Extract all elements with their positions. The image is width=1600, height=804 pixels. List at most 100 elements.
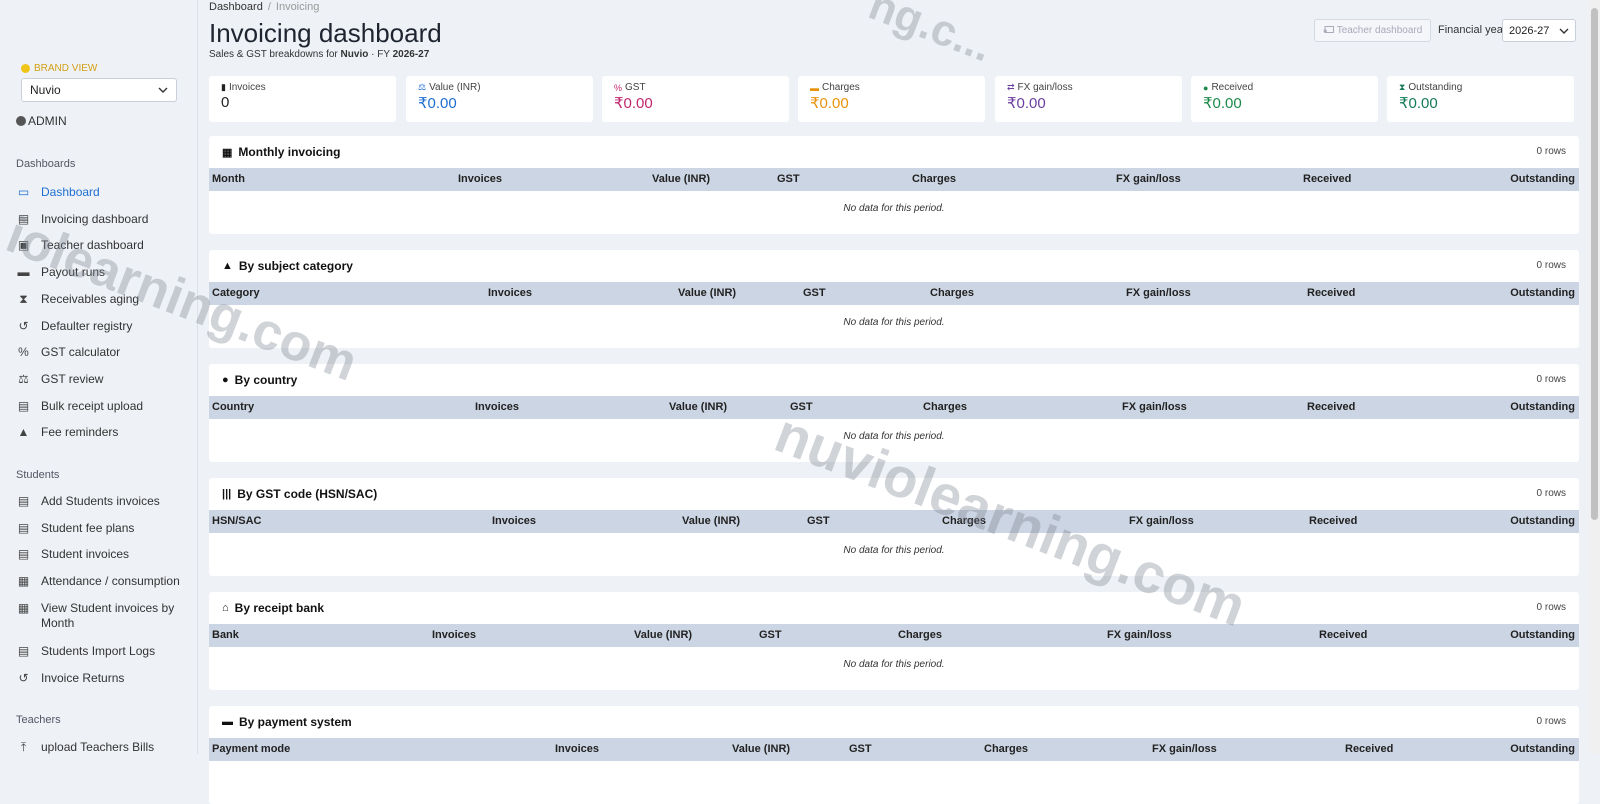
sidebar-item[interactable]: ▬ Payout runs — [16, 265, 192, 280]
column-header[interactable]: GST — [849, 743, 872, 755]
column-header[interactable]: HSN/SAC — [212, 515, 262, 527]
column-header[interactable]: Outstanding — [1510, 629, 1575, 641]
column-header[interactable]: Country — [212, 401, 254, 413]
column-header[interactable]: Invoices — [432, 629, 476, 641]
column-header[interactable]: FX gain/loss — [1116, 173, 1181, 185]
financial-year-label: Financial year — [1438, 24, 1507, 36]
column-header[interactable]: Invoices — [488, 287, 532, 299]
stat-card: ⚖ Value (INR) ₹0.00 — [406, 76, 593, 122]
column-header[interactable]: Received — [1307, 287, 1355, 299]
sidebar-item[interactable]: ▤ Student invoices — [16, 547, 192, 562]
column-header[interactable]: GST — [777, 173, 800, 185]
column-header[interactable]: Invoices — [475, 401, 519, 413]
calendar-check-icon: ▦ — [17, 574, 30, 589]
column-header[interactable]: Value (INR) — [682, 515, 740, 527]
financial-year-select[interactable]: 2026-27 — [1502, 19, 1576, 42]
sidebar-item[interactable]: ▭ Dashboard — [16, 185, 192, 200]
column-header[interactable]: Value (INR) — [634, 629, 692, 641]
sidebar-item[interactable]: ▦ View Student invoices by Month — [16, 601, 192, 631]
column-header[interactable]: Outstanding — [1510, 287, 1575, 299]
stat-value: ₹0.00 — [418, 95, 457, 112]
column-header[interactable]: Charges — [930, 287, 974, 299]
column-header[interactable]: Received — [1309, 515, 1357, 527]
column-header[interactable]: Outstanding — [1510, 173, 1575, 185]
sidebar-item[interactable]: ⚖ GST review — [16, 372, 192, 387]
column-header[interactable]: Month — [212, 173, 245, 185]
brand-view-label: BRAND VIEW — [21, 63, 97, 74]
column-header[interactable]: Value (INR) — [669, 401, 727, 413]
column-header[interactable]: Charges — [912, 173, 956, 185]
main-content: Dashboard / Invoicing Invoicing dashboard … — [209, 0, 1579, 804]
sidebar-item[interactable]: ▲ Fee reminders — [16, 425, 192, 440]
column-header[interactable]: FX gain/loss — [1122, 401, 1187, 413]
column-header[interactable]: Received — [1345, 743, 1393, 755]
subtitle-fy-prefix: · FY — [371, 49, 390, 60]
breakdown-card: ● By country 0 rows Country Invoices Value (I… — [209, 364, 1579, 462]
column-header[interactable]: GST — [759, 629, 782, 641]
column-header[interactable]: Outstanding — [1510, 743, 1575, 755]
percent-icon: % — [614, 82, 623, 93]
sidebar-item[interactable]: ▣ Teacher dashboard — [16, 238, 192, 253]
brand-select[interactable]: Nuvio — [21, 78, 177, 102]
column-header[interactable]: Payment mode — [212, 743, 290, 755]
column-header[interactable]: Charges — [942, 515, 986, 527]
sidebar-item[interactable]: ⤒ upload Teachers Bills — [16, 740, 192, 755]
globe-icon: ● — [222, 374, 229, 386]
sidebar-item[interactable]: ↺ Invoice Returns — [16, 671, 192, 686]
column-header[interactable]: Received — [1303, 173, 1351, 185]
column-header[interactable]: Received — [1319, 629, 1367, 641]
column-header[interactable]: Value (INR) — [732, 743, 790, 755]
card-title: ⌂ By receipt bank — [222, 601, 324, 615]
sidebar-item[interactable]: ⧗ Receivables aging — [16, 292, 192, 307]
sidebar-item[interactable]: ▤ Bulk receipt upload — [16, 399, 192, 414]
history-icon: ↺ — [18, 318, 29, 333]
sidebar-item[interactable]: % GST calculator — [16, 345, 192, 360]
sidebar-item[interactable]: ▤ Invoicing dashboard — [16, 212, 192, 227]
breadcrumb-root[interactable]: Dashboard — [209, 1, 263, 13]
barcode-icon: ||| — [222, 488, 232, 500]
sidebar-item[interactable]: ▦ Attendance / consumption — [16, 574, 192, 589]
card-header: ▬ By payment system 0 rows — [209, 706, 1579, 738]
chalkboard-user-icon — [1323, 26, 1334, 33]
sidebar-item-label: Receivables aging — [41, 291, 140, 306]
stat-label: ⇄ FX gain/loss — [1007, 82, 1170, 93]
sidebar-item[interactable]: ▤ Add Students invoices — [16, 494, 192, 509]
column-header[interactable]: Value (INR) — [678, 287, 736, 299]
column-header[interactable]: FX gain/loss — [1152, 743, 1217, 755]
row-count: 0 rows — [1536, 488, 1566, 499]
teacher-dashboard-button[interactable]: Teacher dashboard — [1314, 19, 1431, 42]
sidebar-item[interactable]: ↺ Defaulter registry — [16, 319, 192, 334]
card-title: ▲ By subject category — [222, 259, 353, 273]
column-header[interactable]: GST — [807, 515, 830, 527]
column-header[interactable]: Outstanding — [1510, 401, 1575, 413]
card-header: ||| By GST code (HSN/SAC) 0 rows — [209, 478, 1579, 510]
column-header[interactable]: Invoices — [555, 743, 599, 755]
scrollbar[interactable] — [1589, 0, 1600, 754]
page-title: Invoicing dashboard — [209, 18, 442, 48]
column-header[interactable]: Charges — [923, 401, 967, 413]
stat-label: ⧗ Outstanding — [1399, 82, 1562, 93]
table-header: Bank Invoices Value (INR) GST Charges FX gain… — [209, 624, 1579, 647]
sidebar-item[interactable]: ▤ Students Import Logs — [16, 644, 192, 659]
column-header[interactable]: Bank — [212, 629, 239, 641]
sidebar-item[interactable]: ▤ Student fee plans — [16, 521, 192, 536]
column-header[interactable]: GST — [803, 287, 826, 299]
column-header[interactable]: GST — [790, 401, 813, 413]
column-header[interactable]: FX gain/loss — [1129, 515, 1194, 527]
scrollbar-thumb[interactable] — [1591, 8, 1598, 520]
stat-label: ⚖ Value (INR) — [418, 82, 581, 93]
column-header[interactable]: Received — [1307, 401, 1355, 413]
column-header[interactable]: Invoices — [492, 515, 536, 527]
stat-value: ₹0.00 — [1007, 95, 1046, 112]
column-header[interactable]: Charges — [984, 743, 1028, 755]
column-header[interactable]: Charges — [898, 629, 942, 641]
column-header[interactable]: Category — [212, 287, 260, 299]
brand-dot-icon — [21, 64, 30, 73]
column-header[interactable]: FX gain/loss — [1126, 287, 1191, 299]
column-header[interactable]: Invoices — [458, 173, 502, 185]
column-header[interactable]: FX gain/loss — [1107, 629, 1172, 641]
stat-value: ₹0.00 — [614, 95, 653, 112]
column-header[interactable]: Value (INR) — [652, 173, 710, 185]
column-header[interactable]: Outstanding — [1510, 515, 1575, 527]
user-role[interactable]: ADMIN — [16, 114, 67, 128]
